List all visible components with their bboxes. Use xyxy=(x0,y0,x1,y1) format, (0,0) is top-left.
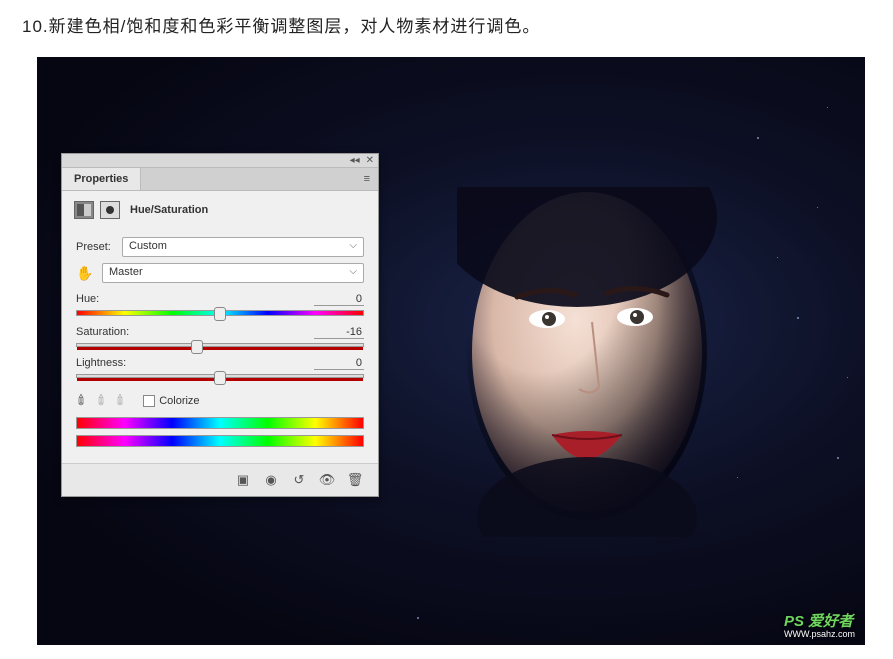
tab-properties[interactable]: Properties xyxy=(62,168,141,190)
hue-slider[interactable] xyxy=(76,310,364,316)
toggle-visibility-icon[interactable]: 👁 xyxy=(314,470,340,490)
targeted-adjustment-icon[interactable]: ✋ xyxy=(76,265,94,282)
panel-footer: ▣ ◉ ↺ 👁 🗑 xyxy=(62,463,378,496)
color-range-bar-bottom xyxy=(76,435,364,447)
delete-adjustment-icon[interactable]: 🗑 xyxy=(342,470,368,490)
layer-mask-icon[interactable] xyxy=(100,201,120,219)
collapse-icon[interactable]: ◂◂ xyxy=(350,155,360,166)
hue-slider-thumb[interactable] xyxy=(214,307,226,321)
lightness-slider-thumb[interactable] xyxy=(214,371,226,385)
hue-label: Hue: xyxy=(76,293,99,306)
watermark: PS 爱好者 WWW.psahz.com xyxy=(784,610,855,639)
preset-select[interactable]: Custom xyxy=(122,237,364,257)
lightness-label: Lightness: xyxy=(76,357,126,370)
colorize-label: Colorize xyxy=(159,395,199,407)
adjustment-type-icon xyxy=(74,201,94,219)
panel-topbar: ◂◂ ✕ xyxy=(62,154,378,168)
canvas-preview: ◂◂ ✕ Properties ≡ Hue/Saturation Preset: xyxy=(37,57,865,645)
lightness-value[interactable]: 0 xyxy=(314,357,364,370)
panel-menu-icon[interactable]: ≡ xyxy=(356,168,378,190)
adjustment-title: Hue/Saturation xyxy=(130,204,208,216)
colorize-checkbox[interactable] xyxy=(143,395,155,407)
reset-icon[interactable]: ↺ xyxy=(286,470,312,490)
channel-select[interactable]: Master xyxy=(102,263,364,283)
clip-to-layer-icon[interactable]: ▣ xyxy=(230,470,256,490)
eyedropper-add-icon[interactable]: ✐ xyxy=(91,390,111,410)
preset-label: Preset: xyxy=(76,241,114,253)
saturation-slider[interactable] xyxy=(76,343,364,347)
saturation-slider-thumb[interactable] xyxy=(191,340,203,354)
saturation-value[interactable]: -16 xyxy=(314,326,364,339)
portrait-subject xyxy=(457,187,717,537)
saturation-label: Saturation: xyxy=(76,326,129,339)
instruction-text: 10.新建色相/饱和度和色彩平衡调整图层，对人物素材进行调色。 xyxy=(22,12,871,37)
hue-value[interactable]: 0 xyxy=(314,293,364,306)
view-previous-state-icon[interactable]: ◉ xyxy=(258,470,284,490)
properties-panel: ◂◂ ✕ Properties ≡ Hue/Saturation Preset: xyxy=(61,153,379,497)
eyedropper-subtract-icon[interactable]: ✐ xyxy=(111,390,131,410)
close-icon[interactable]: ✕ xyxy=(366,155,374,166)
lightness-slider[interactable] xyxy=(76,374,364,378)
eyedropper-icon[interactable]: ✐ xyxy=(72,390,92,410)
color-range-bar-top xyxy=(76,417,364,429)
